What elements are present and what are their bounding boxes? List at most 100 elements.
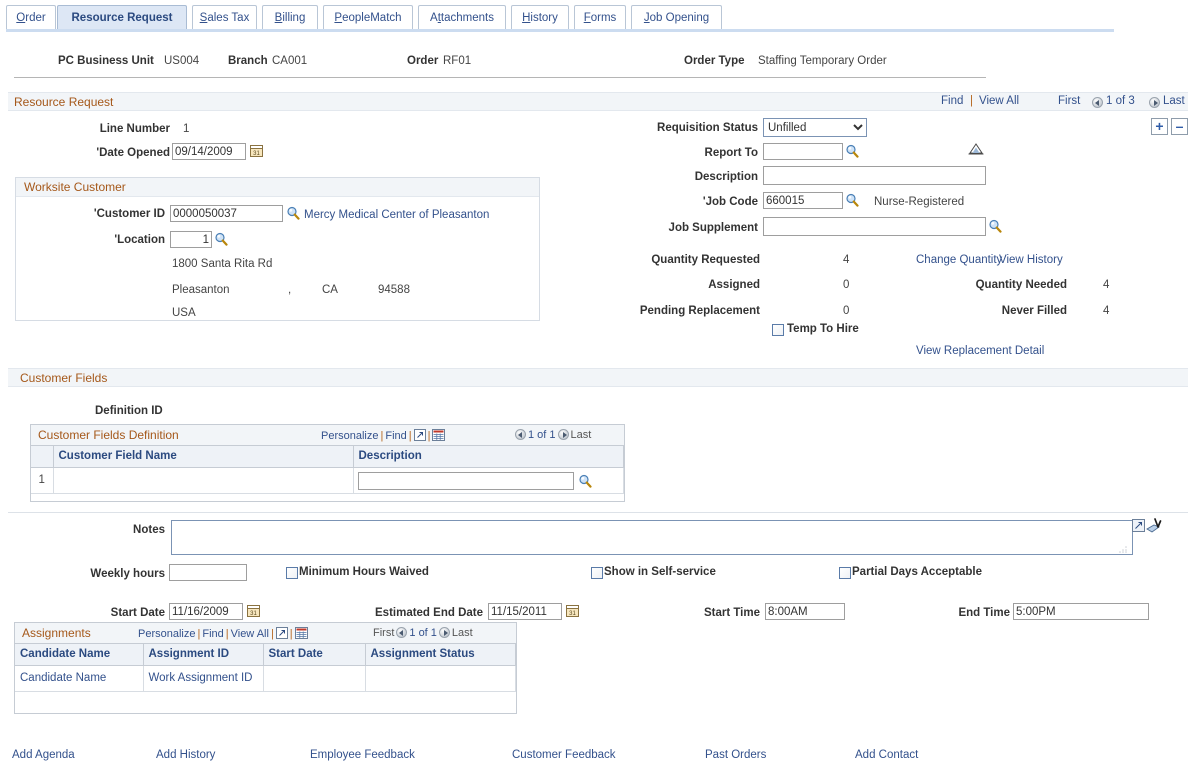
report-to-lookup-icon[interactable] [845,144,859,158]
resource-request-last-label[interactable]: Last [1163,95,1185,107]
notes-textarea[interactable] [171,520,1133,555]
weekly-hours-label: Weekly hours [90,568,165,580]
customer-feedback-link[interactable]: Customer Feedback [512,749,616,761]
tab-history[interactable]: History [511,5,569,29]
quantity-needed-label: Quantity Needed [975,279,1067,291]
add-row-button[interactable]: + [1151,118,1168,135]
spell-check-icon[interactable] [1146,518,1163,534]
customer-field-description-input[interactable] [357,471,574,490]
job-code-input[interactable] [763,192,843,209]
change-quantity-link[interactable]: Change Quantity [916,254,1002,266]
expand-grid-icon[interactable] [413,429,426,441]
tab-billing-label: Billing [274,11,306,24]
add-history-link[interactable]: Add History [156,749,215,761]
calendar-icon[interactable]: 31 [250,143,263,157]
next-page-arrow-icon[interactable] [1149,97,1160,108]
customer-fields-personalize-link[interactable]: Personalize [321,430,378,442]
customer-id-input[interactable] [170,205,283,222]
download-grid-icon[interactable] [432,429,446,441]
requisition-status-select[interactable]: Unfilled [763,118,867,137]
mountain-image-icon[interactable] [966,141,986,157]
resource-request-view-all-link[interactable]: View All [979,95,1019,107]
resource-request-first-label[interactable]: First [1058,95,1080,107]
past-orders-link[interactable]: Past Orders [705,749,766,761]
branch-label: Branch [228,55,268,67]
date-opened-input[interactable] [172,143,246,160]
assignments-next-arrow-icon[interactable] [438,627,450,638]
customer-id-label: 'Customer ID [93,208,165,220]
customer-field-description-lookup-icon[interactable] [578,474,592,488]
customer-id-lookup-icon[interactable] [286,206,300,220]
address-postal: 94588 [378,284,410,296]
start-time-input[interactable] [765,603,845,620]
customer-fields-last-link[interactable]: Last [571,429,592,441]
show-in-self-service-label: Show in Self-service [604,566,716,578]
location-lookup-icon[interactable] [214,232,228,246]
assignments-view-all-link[interactable]: View All [231,628,269,640]
tab-attachments[interactable]: Attachments [418,5,506,29]
start-date-input[interactable] [169,603,243,620]
partial-days-acceptable-checkbox[interactable] [839,567,851,579]
estimated-end-date-input[interactable] [488,603,562,620]
notes-resize-handle[interactable] [1118,544,1128,553]
show-in-self-service-checkbox[interactable] [591,567,603,579]
delete-row-button[interactable]: – [1171,118,1188,135]
tab-billing[interactable]: Billing [262,5,318,29]
svg-text:31: 31 [250,611,257,617]
customer-fields-next-arrow-icon[interactable] [557,429,569,440]
assignments-first-link[interactable]: First [373,627,394,639]
estimated-end-date-calendar-icon[interactable]: 31 [566,603,579,617]
assignment-id-link[interactable]: Work Assignment ID [149,672,253,684]
add-agenda-link[interactable]: Add Agenda [12,749,75,761]
download-assignments-icon[interactable] [294,627,308,639]
expand-assignments-icon[interactable] [275,627,288,639]
tab-order[interactable]: Order [6,5,56,29]
tab-forms[interactable]: Forms [574,5,626,29]
assignments-prev-arrow-icon[interactable] [396,627,408,638]
job-supplement-input[interactable] [763,217,986,236]
view-replacement-detail-link[interactable]: View Replacement Detail [916,345,1044,357]
tab-resource-request[interactable]: Resource Request [57,5,187,29]
report-to-input[interactable] [763,143,843,160]
assignments-find-link[interactable]: Find [202,628,223,640]
description-input[interactable] [763,166,986,185]
tab-sales-tax[interactable]: Sales Tax [192,5,257,29]
assignment-start-date-cell [263,665,366,692]
customer-fields-counter: 1 of 1 [528,429,556,441]
address-line1: 1800 Santa Rita Rd [172,258,273,270]
start-date-calendar-icon[interactable]: 31 [247,603,260,617]
line-number-label: Line Number [99,123,170,135]
resource-request-counter: 1 of 3 [1106,95,1135,107]
prev-page-arrow-icon[interactable] [1092,97,1103,108]
expand-notes-icon[interactable] [1132,519,1145,532]
assignments-grid-nav: Personalize | Find | View All | | [138,627,308,640]
pc-business-unit-label: PC Business Unit [58,55,154,67]
customer-field-description-header: Description [353,446,624,468]
customer-fields-prev-arrow-icon[interactable] [515,429,526,440]
minimum-hours-waived-checkbox[interactable] [286,567,298,579]
tab-job-opening[interactable]: Job Opening [631,5,722,29]
customer-name-link[interactable]: Mercy Medical Center of Pleasanton [304,209,489,221]
customer-fields-grid-pager: 1 of 1 Last [513,429,591,441]
employee-feedback-link[interactable]: Employee Feedback [310,749,415,761]
assignments-last-link[interactable]: Last [452,627,473,639]
resource-request-find-link[interactable]: Find [941,95,963,107]
customer-fields-find-link[interactable]: Find [385,430,406,442]
location-input[interactable] [170,231,212,248]
view-history-link[interactable]: View History [999,254,1063,266]
weekly-hours-input[interactable] [169,564,247,581]
end-time-input[interactable] [1013,603,1149,620]
temp-to-hire-checkbox[interactable] [772,324,784,336]
assignments-personalize-link[interactable]: Personalize [138,628,195,640]
address-comma: , [288,284,292,296]
add-contact-link[interactable]: Add Contact [855,749,918,761]
customer-fields-grid-nav: Personalize | Find | | [321,429,446,442]
tab-peoplematch[interactable]: PeopleMatch [323,5,413,29]
pc-business-unit-value: US004 [164,55,200,67]
quantity-requested-label: Quantity Requested [651,254,760,266]
location-label: 'Location [114,234,165,246]
assignment-status-cell [365,665,516,692]
job-supplement-lookup-icon[interactable] [988,219,1002,233]
job-code-lookup-icon[interactable] [845,193,859,207]
candidate-name-link[interactable]: Candidate Name [20,672,106,684]
